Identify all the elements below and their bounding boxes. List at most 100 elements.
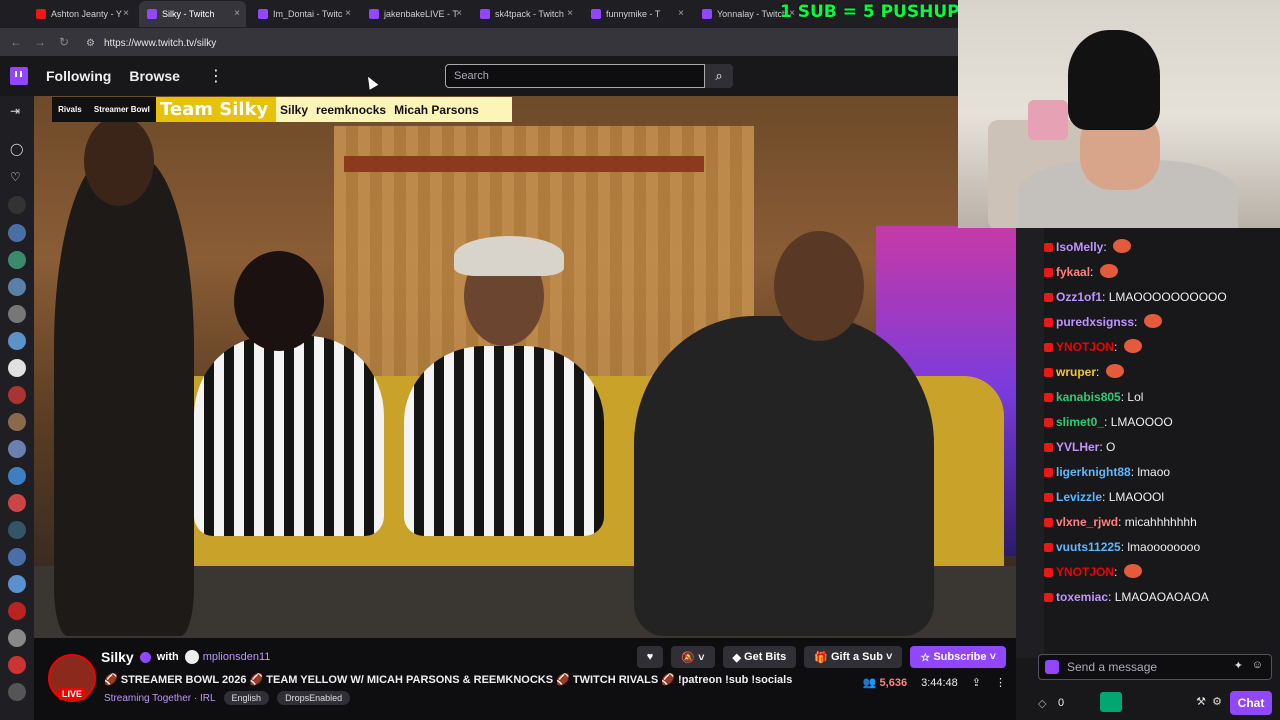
chat-username[interactable]: IsoMelly xyxy=(1056,240,1103,254)
chat-emote-icon[interactable] xyxy=(1143,314,1162,328)
more-menu-icon[interactable]: ⋮ xyxy=(208,66,224,86)
close-tab-icon[interactable]: × xyxy=(234,8,240,19)
chat-username[interactable]: kanabis805 xyxy=(1056,390,1121,404)
expand-sidebar-icon[interactable]: ⇥ xyxy=(10,104,20,118)
chat-badge-icon[interactable] xyxy=(1044,443,1053,452)
chat-identity-icon[interactable] xyxy=(1045,660,1059,674)
channel-points-icon[interactable]: ◇ xyxy=(1038,697,1050,710)
costreamer-link[interactable]: mplionsden11 xyxy=(203,651,271,663)
recommended-icon[interactable]: ◯ xyxy=(10,142,23,156)
channel-name[interactable]: Silky xyxy=(101,649,134,665)
chat-emote-icon[interactable] xyxy=(1113,239,1132,253)
follow-heart-button[interactable]: ♥ xyxy=(636,646,664,668)
chat-username[interactable]: vuuts11225 xyxy=(1056,540,1121,554)
share-icon[interactable]: ⇪ xyxy=(972,676,981,689)
chat-emote-icon[interactable] xyxy=(1123,339,1142,353)
close-tab-icon[interactable]: × xyxy=(567,8,573,19)
chat-username[interactable]: Ozz1of1 xyxy=(1056,290,1102,304)
twitch-logo-icon[interactable] xyxy=(10,67,28,85)
forward-icon[interactable]: → xyxy=(28,35,52,49)
chat-badge-icon[interactable] xyxy=(1044,468,1053,477)
channel-avatar[interactable] xyxy=(8,386,26,404)
sparkle-icon[interactable]: ✦ xyxy=(1234,659,1243,672)
video-player[interactable] xyxy=(34,96,1016,638)
channel-avatar[interactable] xyxy=(8,224,26,242)
get-bits-button[interactable]: ◆ Get Bits xyxy=(722,646,797,668)
close-tab-icon[interactable]: × xyxy=(456,8,462,19)
following-link[interactable]: Following xyxy=(46,68,111,84)
channel-avatar[interactable] xyxy=(8,332,26,350)
channel-avatar[interactable] xyxy=(8,359,26,377)
chat-badge-icon[interactable] xyxy=(1044,518,1053,527)
gift-sub-button[interactable]: 🎁 Gift a Sub ˅ xyxy=(804,646,903,668)
chat-badge-icon[interactable] xyxy=(1044,493,1053,502)
costreamer-avatar[interactable] xyxy=(184,650,199,664)
close-tab-icon[interactable]: × xyxy=(345,8,351,19)
browser-tab[interactable]: sk4tpack - Twitch × xyxy=(472,1,579,27)
chat-emote-icon[interactable] xyxy=(1105,364,1124,378)
channel-avatar[interactable] xyxy=(8,575,26,593)
chat-send-button[interactable]: Chat xyxy=(1230,691,1272,715)
browser-tab[interactable]: funnymike - T × xyxy=(583,1,690,27)
browser-tab[interactable]: Im_Dontai - Twitc × xyxy=(250,1,357,27)
chat-badge-icon[interactable] xyxy=(1044,293,1053,302)
channel-avatar[interactable] xyxy=(8,548,26,566)
channel-avatar[interactable] xyxy=(8,521,26,539)
more-options-icon[interactable]: ⋮ xyxy=(995,676,1006,689)
chat-username[interactable]: YNOTJON xyxy=(1056,340,1114,354)
chat-badge-icon[interactable] xyxy=(1044,268,1053,277)
channel-avatar[interactable] xyxy=(8,251,26,269)
notifications-button[interactable]: 🔕 ˅ xyxy=(671,646,715,668)
channel-avatar[interactable] xyxy=(8,440,26,458)
back-icon[interactable]: ← xyxy=(4,35,28,49)
category-link[interactable]: Streaming Together · IRL xyxy=(104,693,216,704)
chat-username[interactable]: slimet0_ xyxy=(1056,415,1104,429)
chat-username[interactable]: wruper xyxy=(1056,365,1096,379)
channel-avatar[interactable] xyxy=(8,629,26,647)
chat-badge-icon[interactable] xyxy=(1044,543,1053,552)
chat-username[interactable]: YNOTJON xyxy=(1056,565,1114,579)
chat-badge-icon[interactable] xyxy=(1044,243,1053,252)
chat-badge-icon[interactable] xyxy=(1044,418,1053,427)
reload-icon[interactable]: ↻ xyxy=(52,35,76,49)
chat-badge-icon[interactable] xyxy=(1044,318,1053,327)
channel-avatar[interactable] xyxy=(8,278,26,296)
chat-settings-icon[interactable]: ⚙ xyxy=(1212,695,1222,708)
chat-badge-icon[interactable] xyxy=(1044,393,1053,402)
site-info-icon[interactable]: ⚙ xyxy=(86,38,96,49)
emote-picker-icon[interactable]: ☺ xyxy=(1252,659,1263,671)
drops-icon[interactable]: ⚒ xyxy=(1196,695,1206,708)
chat-username[interactable]: puredxsignss xyxy=(1056,315,1134,329)
address-field[interactable]: ⚙ https://www.twitch.tv/silky xyxy=(86,34,216,52)
channel-avatar[interactable] xyxy=(8,683,26,701)
close-tab-icon[interactable]: × xyxy=(678,8,684,19)
chat-username[interactable]: YVLHer xyxy=(1056,440,1099,454)
browser-tab[interactable]: jakenbakeLIVE - T × xyxy=(361,1,468,27)
chat-emote-icon[interactable] xyxy=(1099,264,1118,278)
channel-avatar[interactable] xyxy=(8,602,26,620)
channel-avatar[interactable] xyxy=(8,494,26,512)
browse-link[interactable]: Browse xyxy=(129,68,180,84)
chat-badge-icon[interactable] xyxy=(1044,343,1053,352)
chat-input[interactable]: Send a message ✦ ☺ xyxy=(1038,654,1272,680)
chat-badge-icon[interactable] xyxy=(1044,593,1053,602)
search-input[interactable]: Search xyxy=(445,64,705,88)
chat-username[interactable]: fykaal xyxy=(1056,265,1090,279)
tag-drops[interactable]: DropsEnabled xyxy=(277,691,351,705)
channel-avatar[interactable] xyxy=(8,196,26,214)
chat-emote-icon[interactable] xyxy=(1123,564,1142,578)
browser-tab[interactable]: Ashton Jeanty - Y × xyxy=(28,1,135,27)
browser-tab[interactable]: Silky - Twitch × xyxy=(139,1,246,27)
channel-avatar[interactable] xyxy=(8,305,26,323)
close-tab-icon[interactable]: × xyxy=(123,8,129,19)
channel-avatar[interactable] xyxy=(8,656,26,674)
chat-badge-icon[interactable] xyxy=(1044,368,1053,377)
gift-icon[interactable] xyxy=(1100,692,1122,712)
tag-english[interactable]: English xyxy=(223,691,270,705)
followed-heart-icon[interactable]: ♡ xyxy=(10,170,21,184)
chat-username[interactable]: vlxne_rjwd xyxy=(1056,515,1118,529)
chat-username[interactable]: Levizzle xyxy=(1056,490,1102,504)
chat-username[interactable]: ligerknight88 xyxy=(1056,465,1131,479)
chat-badge-icon[interactable] xyxy=(1044,568,1053,577)
channel-avatar[interactable] xyxy=(8,413,26,431)
